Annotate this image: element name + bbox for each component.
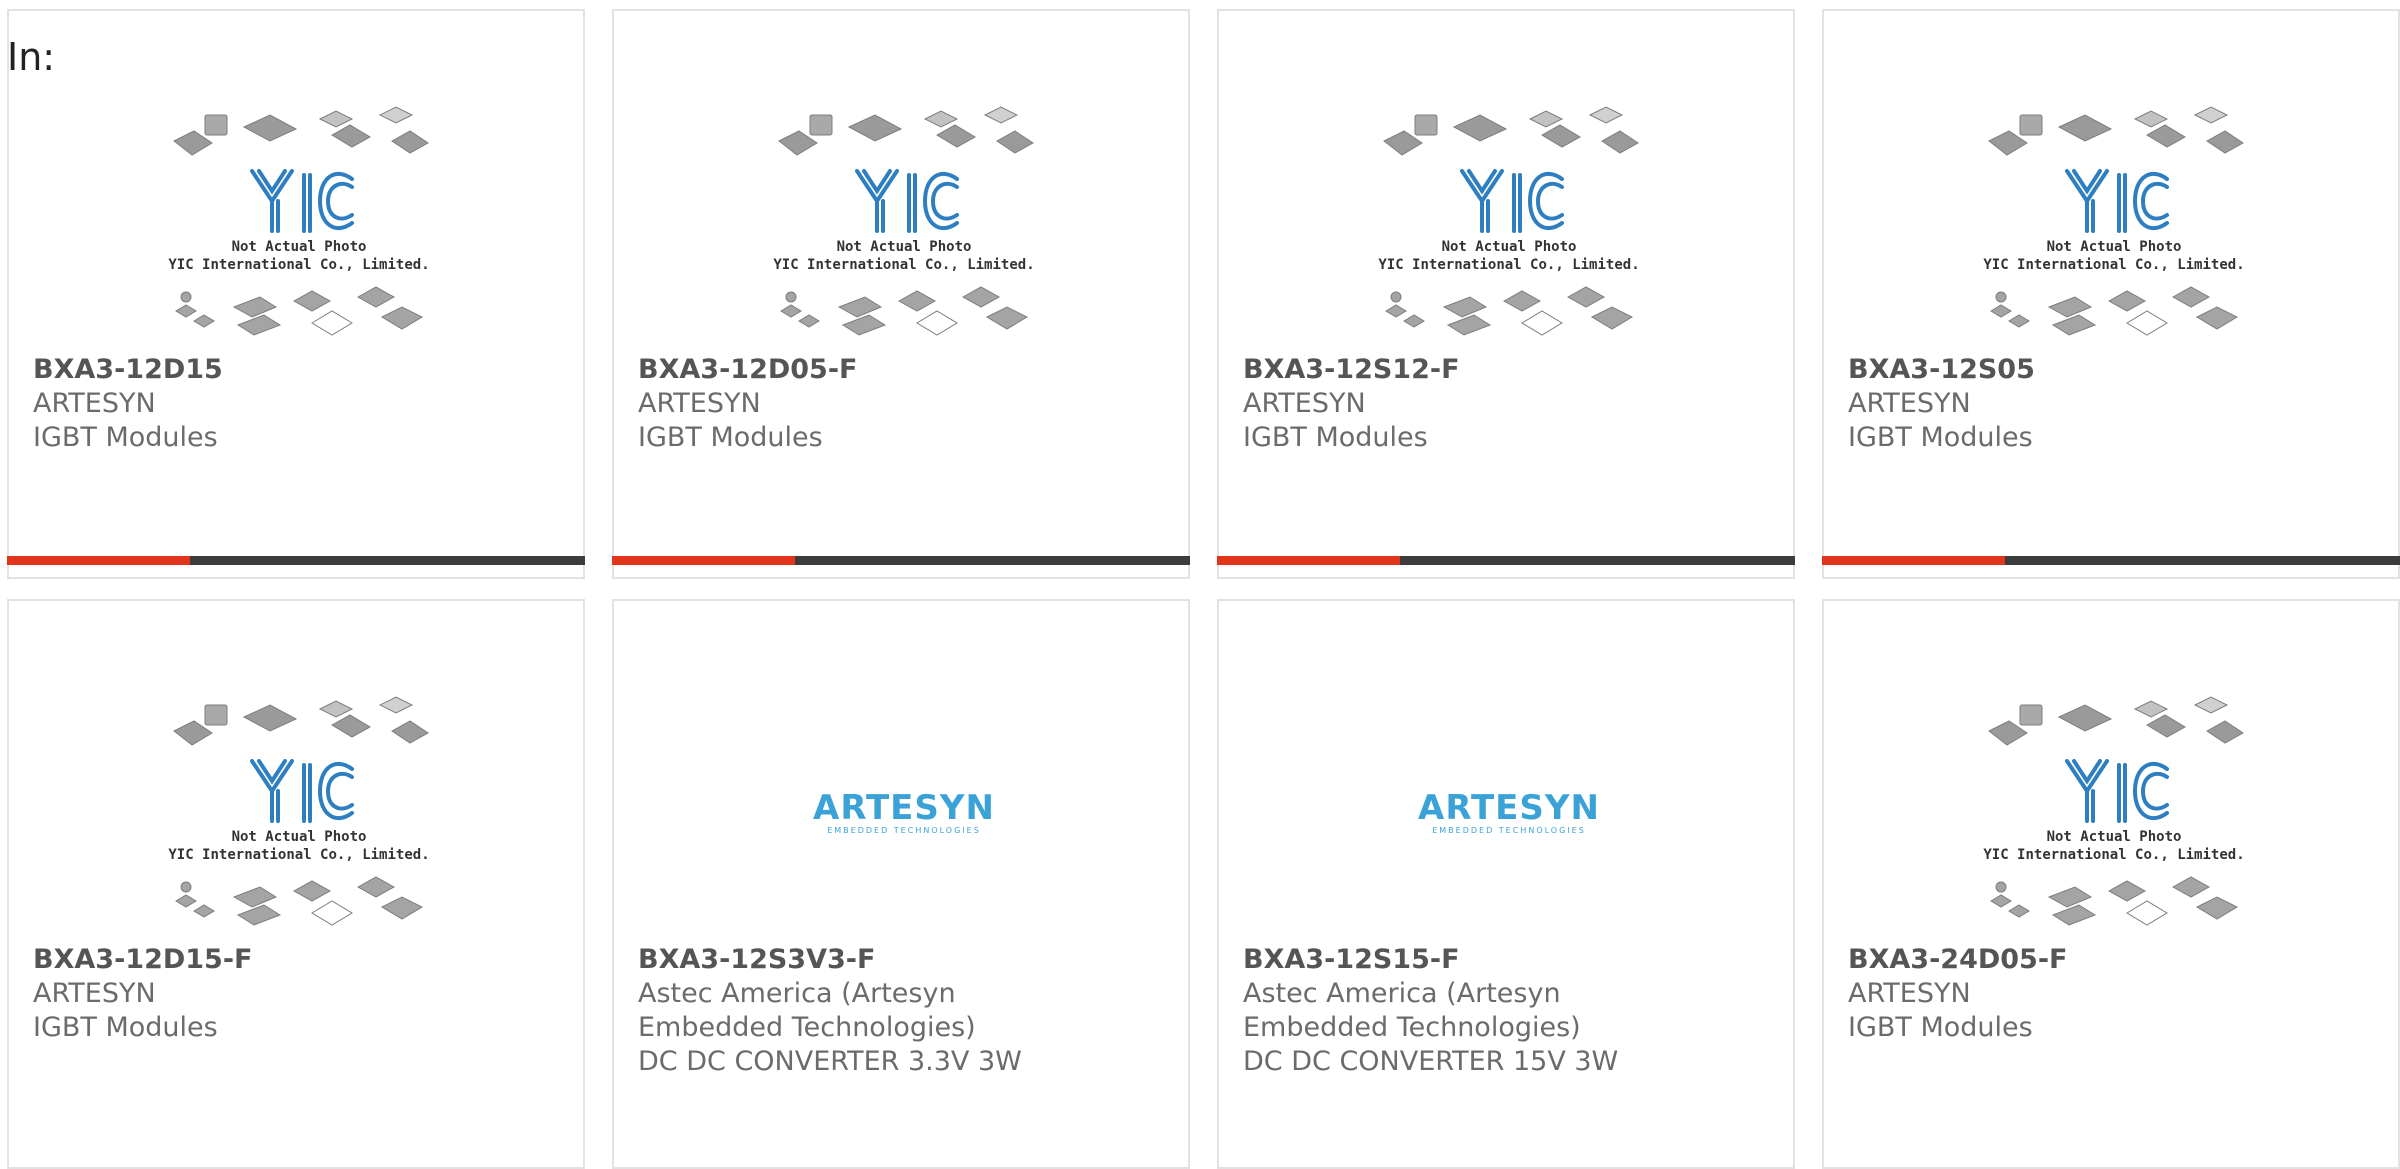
yic-placeholder-image: Not Actual Photo YIC International Co., … [1378, 106, 1640, 336]
product-card[interactable]: Not Actual Photo YIC International Co., … [7, 9, 585, 579]
product-image[interactable]: Not Actual Photo YIC International Co., … [1979, 101, 2249, 353]
product-card[interactable]: ARTESYN EMBEDDED TECHNOLOGIES BXA3-12S15… [1217, 599, 1795, 1169]
placeholder-line2: YIC International Co., Limited. [168, 257, 429, 273]
description-text: IGBT Modules [1243, 422, 1428, 453]
manufacturer-text: ARTESYN [638, 388, 761, 419]
card-footer-bar [7, 556, 585, 565]
product-info: BXA3-12D05-F ARTESYN IGBT Modules [638, 353, 1168, 455]
placeholder-line1: Not Actual Photo [232, 829, 367, 845]
manufacturer-text: ARTESYN [1848, 978, 1971, 1009]
yic-placeholder-image: Not Actual Photo YIC International Co., … [1983, 696, 2245, 926]
product-card[interactable]: Not Actual Photo YIC International Co., … [7, 599, 585, 1169]
card-footer-accent [1822, 556, 2005, 565]
product-info: BXA3-12S12-F ARTESYN IGBT Modules [1243, 353, 1773, 455]
artesyn-logo-image: ARTESYN EMBEDDED TECHNOLOGIES [1418, 788, 1600, 835]
product-image[interactable]: Not Actual Photo YIC International Co., … [769, 101, 1039, 353]
product-card[interactable]: Not Actual Photo YIC International Co., … [612, 9, 1190, 579]
part-number-link[interactable]: BXA3-24D05-F [1848, 943, 2378, 977]
placeholder-line2: YIC International Co., Limited. [1983, 847, 2244, 863]
manufacturer-text: ARTESYN [1243, 388, 1366, 419]
yic-placeholder-image: Not Actual Photo YIC International Co., … [1983, 106, 2245, 336]
manufacturer-text: ARTESYN [33, 388, 156, 419]
placeholder-line1: Not Actual Photo [837, 239, 972, 255]
product-info: BXA3-12S3V3-F Astec America (Artesyn Embed… [638, 943, 1168, 1079]
part-number-link[interactable]: BXA3-12S15-F [1243, 943, 1773, 977]
manufacturer-text: Astec America (Artesyn [1243, 978, 1561, 1009]
description-text: IGBT Modules [1848, 422, 2033, 453]
product-card[interactable]: Not Actual Photo YIC International Co., … [1822, 9, 2400, 579]
yic-placeholder-image: Not Actual Photo YIC International Co., … [168, 696, 430, 926]
description-text: IGBT Modules [638, 422, 823, 453]
card-footer-accent [7, 556, 190, 565]
product-card[interactable]: Not Actual Photo YIC International Co., … [1217, 9, 1795, 579]
description-text: IGBT Modules [1848, 1012, 2033, 1043]
filter-label: In: [7, 35, 56, 79]
description-text: Embedded Technologies) [1243, 1012, 1581, 1043]
product-image[interactable]: ARTESYN EMBEDDED TECHNOLOGIES [1399, 751, 1619, 881]
placeholder-line1: Not Actual Photo [1442, 239, 1577, 255]
manufacturer-text: ARTESYN [33, 978, 156, 1009]
placeholder-line1: Not Actual Photo [2047, 239, 2182, 255]
manufacturer-text: ARTESYN [1848, 388, 1971, 419]
placeholder-line1: Not Actual Photo [2047, 829, 2182, 845]
manufacturer-text: Astec America (Artesyn [638, 978, 956, 1009]
yic-placeholder-image: Not Actual Photo YIC International Co., … [773, 106, 1035, 336]
description-text: IGBT Modules [33, 1012, 218, 1043]
part-number-link[interactable]: BXA3-12D15-F [33, 943, 563, 977]
product-info: BXA3-12S05 ARTESYN IGBT Modules [1848, 353, 2378, 455]
description-text: DC DC CONVERTER 15V 3W [1243, 1046, 1619, 1077]
product-grid: Not Actual Photo YIC International Co., … [7, 9, 2400, 1169]
artesyn-logo-tagline: EMBEDDED TECHNOLOGIES [827, 826, 981, 835]
part-number-link[interactable]: BXA3-12D15 [33, 353, 563, 387]
product-image[interactable]: Not Actual Photo YIC International Co., … [164, 101, 434, 353]
product-image[interactable]: Not Actual Photo YIC International Co., … [164, 691, 434, 943]
placeholder-line1: Not Actual Photo [232, 239, 367, 255]
placeholder-line2: YIC International Co., Limited. [168, 847, 429, 863]
yic-placeholder-image: Not Actual Photo YIC International Co., … [168, 106, 430, 336]
card-footer-bar [1822, 556, 2400, 565]
card-footer-bar [612, 556, 1190, 565]
product-card[interactable]: ARTESYN EMBEDDED TECHNOLOGIES BXA3-12S3V… [612, 599, 1190, 1169]
card-footer-accent [1217, 556, 1400, 565]
part-number-link[interactable]: BXA3-12D05-F [638, 353, 1168, 387]
description-text: Embedded Technologies) [638, 1012, 976, 1043]
artesyn-logo-name: ARTESYN [813, 788, 995, 828]
product-image[interactable]: Not Actual Photo YIC International Co., … [1374, 101, 1644, 353]
artesyn-logo-image: ARTESYN EMBEDDED TECHNOLOGIES [813, 788, 995, 835]
product-info: BXA3-12S15-F Astec America (Artesyn Embedd… [1243, 943, 1773, 1079]
product-info: BXA3-12D15-F ARTESYN IGBT Modules [33, 943, 563, 1045]
placeholder-line2: YIC International Co., Limited. [1378, 257, 1639, 273]
card-footer-accent [612, 556, 795, 565]
part-number-link[interactable]: BXA3-12S05 [1848, 353, 2378, 387]
artesyn-logo-name: ARTESYN [1418, 788, 1600, 828]
product-card[interactable]: Not Actual Photo YIC International Co., … [1822, 599, 2400, 1169]
part-number-link[interactable]: BXA3-12S12-F [1243, 353, 1773, 387]
product-image[interactable]: ARTESYN EMBEDDED TECHNOLOGIES [794, 751, 1014, 881]
product-info: BXA3-12D15 ARTESYN IGBT Modules [33, 353, 563, 455]
part-number-link[interactable]: BXA3-12S3V3-F [638, 943, 1168, 977]
description-text: DC DC CONVERTER 3.3V 3W [638, 1046, 1022, 1077]
card-footer-bar [1217, 556, 1795, 565]
placeholder-line2: YIC International Co., Limited. [773, 257, 1034, 273]
product-image[interactable]: Not Actual Photo YIC International Co., … [1979, 691, 2249, 943]
product-info: BXA3-24D05-F ARTESYN IGBT Modules [1848, 943, 2378, 1045]
artesyn-logo-tagline: EMBEDDED TECHNOLOGIES [1432, 826, 1586, 835]
placeholder-line2: YIC International Co., Limited. [1983, 257, 2244, 273]
description-text: IGBT Modules [33, 422, 218, 453]
